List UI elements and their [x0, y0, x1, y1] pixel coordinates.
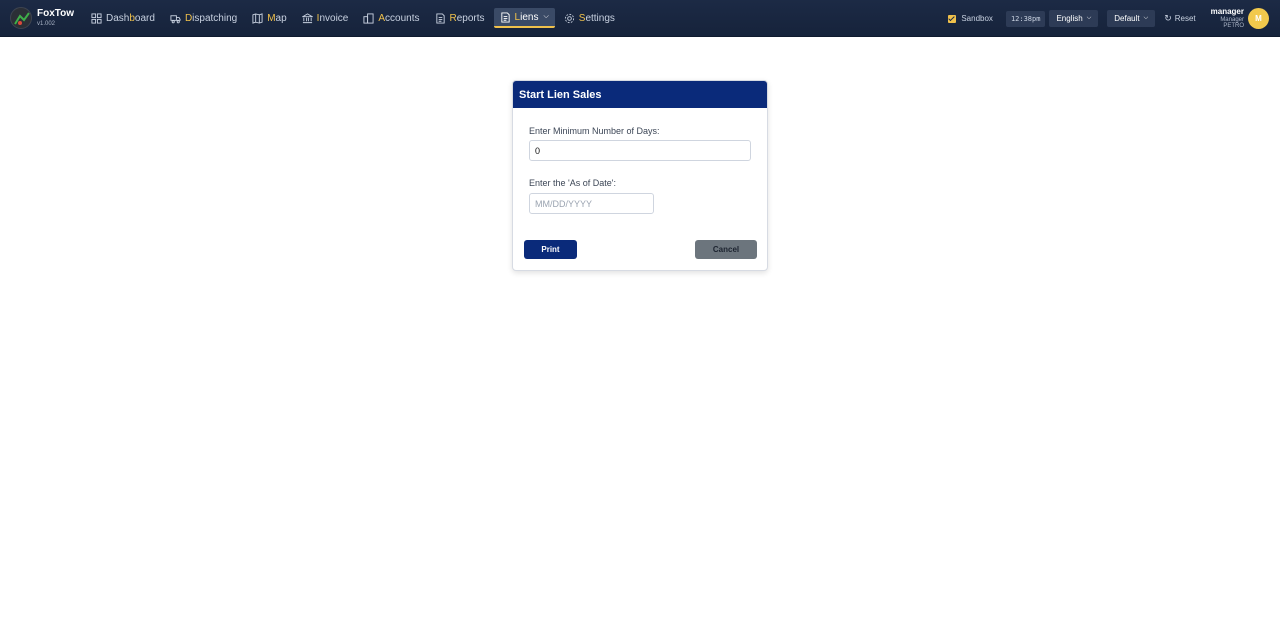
- grid-icon: [91, 12, 102, 24]
- nav-accounts[interactable]: Accounts: [357, 8, 425, 28]
- nav-dispatching[interactable]: Dispatching: [164, 8, 243, 28]
- chevron-down-icon: ⌵: [1086, 15, 1092, 21]
- sandbox-label: Sandbox: [961, 14, 993, 23]
- user-org: PETRO: [1223, 23, 1244, 29]
- as-of-date-input[interactable]: MM/DD/YYYY: [529, 193, 654, 214]
- document-icon: [500, 11, 511, 23]
- gear-icon: [564, 13, 575, 24]
- nav-settings[interactable]: Settings: [558, 8, 621, 28]
- top-navigation-bar: FoxTow v1.002 Dash b oard Dispatching Map …: [0, 0, 1280, 37]
- cancel-button[interactable]: Cancel: [695, 240, 757, 259]
- nav-map[interactable]: Map: [246, 8, 292, 28]
- nav-liens[interactable]: Liens ⌵: [493, 8, 555, 28]
- avatar[interactable]: M: [1248, 8, 1269, 29]
- nav-invoice[interactable]: Invoice: [296, 8, 355, 28]
- brand[interactable]: FoxTow v1.002: [10, 7, 76, 29]
- nav-dashboard[interactable]: Dash b oard: [85, 8, 161, 28]
- bank-icon: [301, 12, 313, 24]
- document-icon: [435, 12, 446, 24]
- clock: 12:38pm: [1005, 10, 1046, 27]
- main-nav: Dash b oard Dispatching Map Invoice Accoun…: [85, 8, 624, 28]
- map-icon: [252, 12, 263, 24]
- truck-icon: [170, 13, 181, 24]
- header-right: Sandbox 12:38pm English ⌵ Default ⌵ ↻ Re…: [948, 0, 1280, 37]
- dialog-title: Start Lien Sales: [513, 81, 767, 108]
- min-days-input[interactable]: 0: [529, 140, 751, 161]
- refresh-icon: ↻: [1164, 13, 1172, 23]
- user-info[interactable]: manager Manager PETRO: [1210, 7, 1244, 30]
- brand-version: v1.002: [37, 21, 56, 27]
- language-select[interactable]: English ⌵: [1049, 10, 1099, 27]
- chevron-down-icon: ⌵: [543, 13, 549, 20]
- nav-reports[interactable]: Reports: [429, 8, 491, 28]
- min-days-label: Enter Minimum Number of Days:: [529, 126, 660, 136]
- user-name: manager: [1210, 7, 1244, 16]
- as-of-date-label: Enter the 'As of Date':: [529, 178, 616, 188]
- sandbox-toggle[interactable]: Sandbox: [948, 14, 993, 23]
- foxtow-logo-icon: [10, 7, 32, 29]
- reset-button[interactable]: ↻ Reset: [1164, 13, 1195, 24]
- brand-name: FoxTow: [37, 8, 75, 19]
- buildings-icon: [363, 12, 374, 24]
- chevron-down-icon: ⌵: [1143, 15, 1149, 21]
- profile-select[interactable]: Default ⌵: [1107, 10, 1156, 27]
- start-lien-sales-dialog: Start Lien Sales Enter Minimum Number of…: [512, 80, 768, 271]
- checkbox-checked-icon[interactable]: [948, 14, 957, 23]
- print-button[interactable]: Print: [524, 240, 577, 259]
